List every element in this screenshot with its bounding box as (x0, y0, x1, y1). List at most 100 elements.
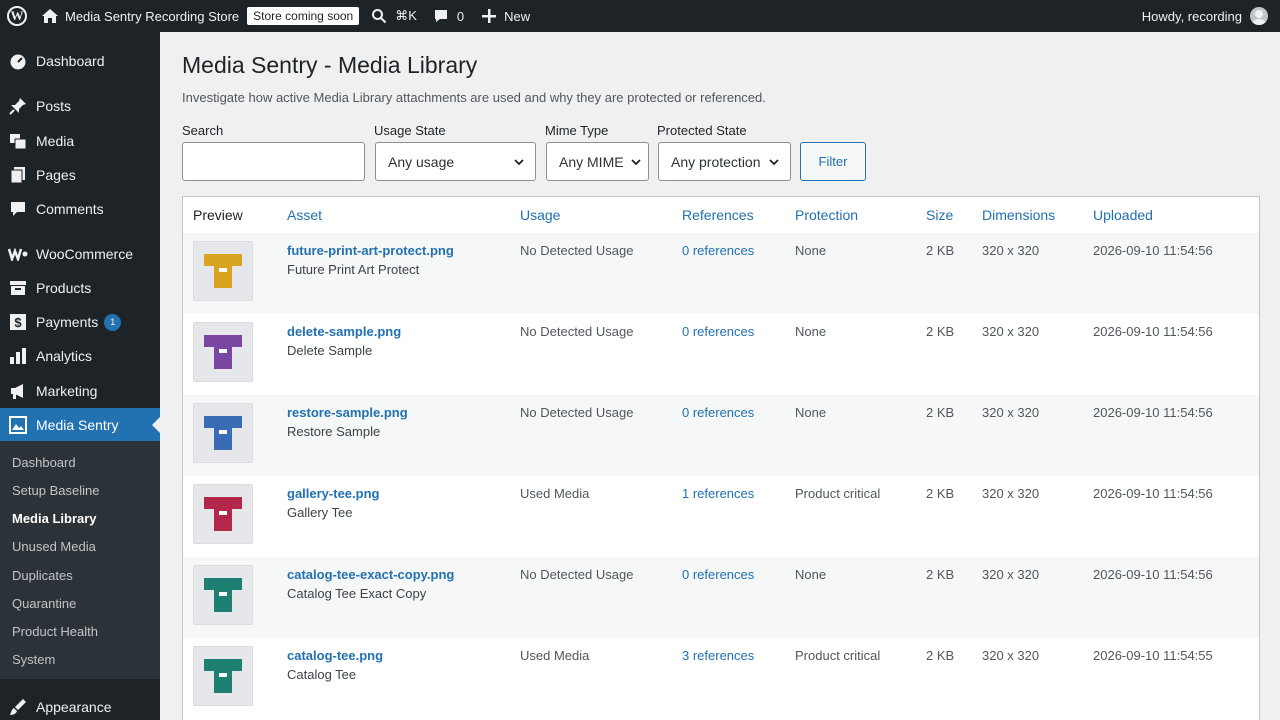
sidebar-item-comments[interactable]: Comments (0, 192, 160, 226)
protected-state-label: Protected State (657, 123, 747, 138)
media-table: Preview Asset Usage References Protectio… (182, 196, 1260, 720)
sidebar-item-media[interactable]: Media (0, 124, 160, 158)
references-link[interactable]: 0 references (682, 405, 754, 420)
uploaded-cell: 2026-09-10 11:54:56 (1093, 324, 1213, 339)
preview-thumbnail[interactable] (193, 241, 253, 301)
preview-thumbnail[interactable] (193, 565, 253, 625)
sidebar-item-pages[interactable]: Pages (0, 158, 160, 192)
table-row: restore-sample.png Restore Sample No Detec… (183, 395, 1259, 476)
column-usage[interactable]: Usage (520, 207, 560, 223)
wordpress-logo-button[interactable]: W (0, 0, 27, 32)
sidebar-item-appearance[interactable]: Appearance (0, 690, 160, 720)
sidebar-item-dashboard[interactable]: Dashboard (0, 44, 160, 78)
archive-icon (8, 278, 28, 298)
references-link[interactable]: 0 references (682, 567, 754, 582)
sidebar-item-marketing[interactable]: Marketing (0, 374, 160, 408)
sidebar-item-label: Payments (36, 314, 99, 330)
new-label: New (504, 8, 531, 24)
sidebar-item-posts[interactable]: Posts (0, 89, 160, 123)
references-link[interactable]: 3 references (682, 648, 754, 663)
account-menu[interactable]: Howdy, recording (1142, 0, 1268, 32)
asset-filename-link[interactable]: catalog-tee-exact-copy.png (287, 567, 454, 582)
dimensions-cell: 320 x 320 (982, 324, 1040, 339)
size-cell: 2 KB (926, 648, 955, 663)
site-name-link[interactable]: Media Sentry Recording Store (41, 0, 239, 32)
size-cell: 2 KB (926, 486, 955, 501)
mime-type-select[interactable]: Any MIME (546, 142, 649, 181)
submenu-setup-baseline[interactable]: Setup Baseline (12, 483, 99, 498)
sidebar-item-payments[interactable]: $ Payments 1 (0, 305, 160, 339)
asset-title: Restore Sample (287, 424, 381, 439)
filter-button[interactable]: Filter (800, 142, 866, 181)
submenu-unused-media[interactable]: Unused Media (12, 539, 96, 554)
column-size[interactable]: Size (926, 207, 953, 223)
command-palette-button[interactable]: ⌘K (371, 0, 417, 32)
references-link[interactable]: 1 references (682, 486, 754, 501)
asset-filename-link[interactable]: future-print-art-protect.png (287, 243, 454, 258)
howdy-text: Howdy, recording (1141, 8, 1242, 24)
store-status-link[interactable]: Store coming soon (239, 0, 360, 32)
sidebar-item-label: Pages (36, 167, 76, 183)
mime-type-value: Any MIME (559, 153, 624, 170)
chart-bar-icon (8, 346, 28, 366)
protection-cell: None (795, 324, 827, 339)
asset-filename-link[interactable]: delete-sample.png (287, 324, 401, 339)
sidebar-item-label: Posts (36, 98, 72, 114)
sidebar-item-analytics[interactable]: Analytics (0, 339, 160, 373)
search-label: Search (182, 123, 224, 138)
column-asset[interactable]: Asset (287, 207, 322, 223)
site-name: Media Sentry Recording Store (65, 8, 240, 24)
preview-thumbnail[interactable] (193, 322, 253, 382)
column-protection[interactable]: Protection (795, 207, 858, 223)
usage-state-value: Any usage (388, 153, 455, 170)
submenu-media-library[interactable]: Media Library (12, 511, 97, 526)
references-link[interactable]: 0 references (682, 243, 754, 258)
asset-filename-link[interactable]: restore-sample.png (287, 405, 408, 420)
protected-state-value: Any protection (671, 153, 761, 170)
admin-sidebar: Dashboard Posts Media Pages Comments Woo… (0, 32, 160, 720)
usage-cell: Used Media (520, 648, 590, 663)
uploaded-cell: 2026-09-10 11:54:56 (1093, 405, 1213, 420)
submenu-quarantine[interactable]: Quarantine (12, 596, 76, 611)
asset-title: Delete Sample (287, 343, 373, 358)
usage-cell: No Detected Usage (520, 324, 634, 339)
asset-filename-link[interactable]: gallery-tee.png (287, 486, 379, 501)
preview-thumbnail[interactable] (193, 484, 253, 544)
column-dimensions[interactable]: Dimensions (982, 207, 1055, 223)
protected-state-select[interactable]: Any protection (658, 142, 791, 181)
submenu-system[interactable]: System (12, 652, 55, 667)
chevron-down-icon (769, 159, 779, 166)
preview-thumbnail[interactable] (193, 646, 253, 706)
submenu-dashboard[interactable]: Dashboard (12, 455, 76, 470)
mime-type-label: Mime Type (545, 123, 609, 138)
column-references[interactable]: References (682, 207, 754, 223)
sidebar-item-label: Appearance (36, 699, 112, 715)
sidebar-item-media-sentry[interactable]: Media Sentry (0, 408, 160, 442)
size-cell: 2 KB (926, 405, 955, 420)
usage-state-select[interactable]: Any usage (375, 142, 536, 181)
table-row: gallery-tee.png Gallery Tee Used Media 1 re… (183, 476, 1259, 557)
asset-filename-link[interactable]: catalog-tee.png (287, 648, 383, 663)
comments-link[interactable]: 0 (433, 0, 464, 32)
column-preview: Preview (193, 207, 243, 223)
shortcut-label: ⌘K (395, 8, 417, 23)
tshirt-image-icon (204, 578, 242, 612)
comments-count: 0 (456, 8, 465, 24)
sidebar-item-woocommerce[interactable]: WooCommerce (0, 237, 160, 271)
megaphone-icon (8, 381, 28, 401)
submenu-duplicates[interactable]: Duplicates (12, 568, 73, 583)
sidebar-item-products[interactable]: Products (0, 271, 160, 305)
search-input[interactable] (182, 142, 365, 181)
references-link[interactable]: 0 references (682, 324, 754, 339)
protection-cell: None (795, 405, 827, 420)
size-cell: 2 KB (926, 567, 955, 582)
submenu-product-health[interactable]: Product Health (12, 624, 98, 639)
table-row: future-print-art-protect.png Future Print… (183, 233, 1259, 314)
sidebar-item-label: Media Sentry (36, 417, 119, 433)
dimensions-cell: 320 x 320 (982, 486, 1040, 501)
wordpress-logo-icon: W (7, 6, 27, 26)
column-uploaded[interactable]: Uploaded (1093, 207, 1153, 223)
new-content-button[interactable]: New (482, 0, 530, 32)
preview-thumbnail[interactable] (193, 403, 253, 463)
protection-cell: None (795, 243, 827, 258)
